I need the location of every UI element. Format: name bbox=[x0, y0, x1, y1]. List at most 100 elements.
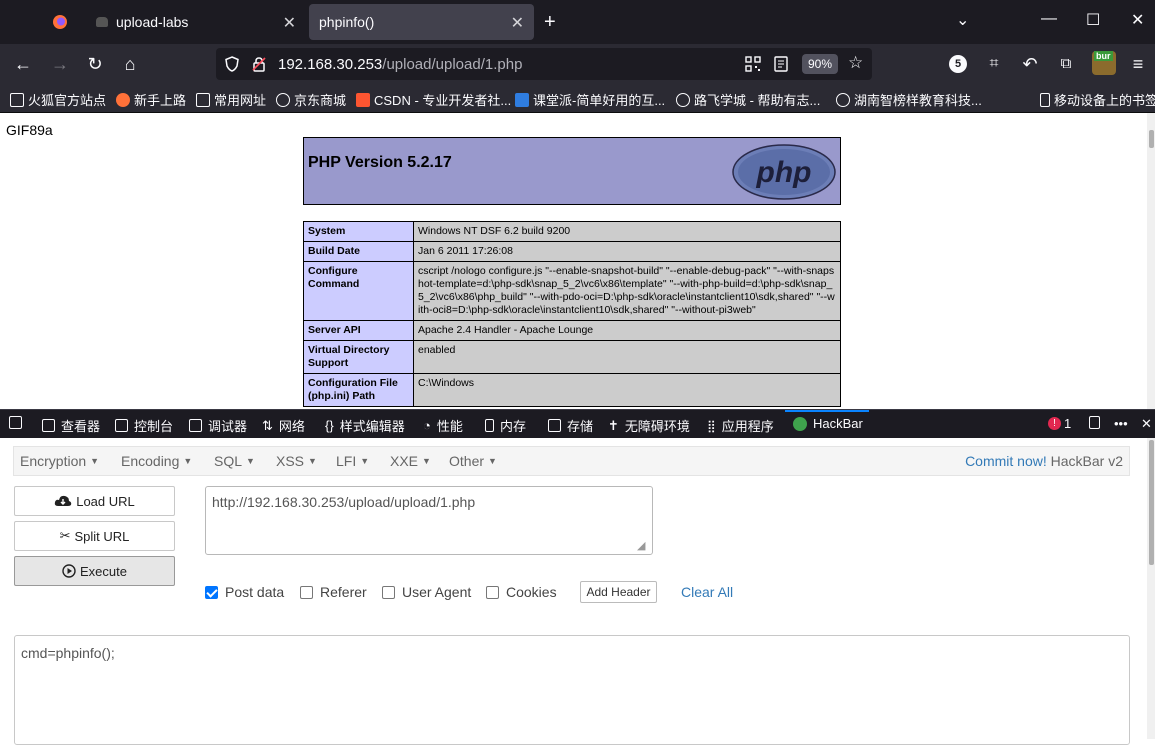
list-all-tabs-icon[interactable]: ⌄ bbox=[956, 10, 969, 30]
menu-other[interactable]: Other ▼ bbox=[449, 453, 497, 469]
referer-checkbox[interactable]: Referer bbox=[300, 584, 367, 600]
close-tab-icon[interactable]: ✕ bbox=[511, 13, 524, 33]
tab-style-editor[interactable]: {} 样式编辑器 bbox=[325, 416, 405, 435]
back-icon[interactable]: ← bbox=[12, 53, 34, 75]
post-data-textarea[interactable]: cmd=phpinfo(); bbox=[14, 635, 1130, 745]
more-options-icon[interactable]: ••• bbox=[1114, 416, 1128, 431]
url-textarea[interactable]: http://192.168.30.253/upload/upload/1.ph… bbox=[205, 486, 653, 555]
tab-console[interactable]: 控制台 bbox=[115, 416, 173, 435]
tab-label: upload-labs bbox=[116, 14, 189, 30]
zoom-indicator[interactable]: 90% bbox=[802, 54, 838, 74]
hackbar-scrollbar-thumb[interactable] bbox=[1149, 440, 1154, 565]
cookies-checkbox[interactable]: Cookies bbox=[486, 584, 557, 600]
bookmark-item[interactable]: 路飞学城 - 帮助有志... bbox=[676, 90, 820, 109]
tab-performance[interactable]: ◔ 性能 bbox=[423, 416, 463, 435]
reload-icon[interactable]: ↻ bbox=[84, 53, 106, 75]
tab-phpinfo[interactable]: phpinfo() ✕ bbox=[309, 4, 534, 40]
menu-lfi[interactable]: LFI ▼ bbox=[336, 453, 369, 469]
play-circle-icon bbox=[62, 564, 76, 578]
crop-icon[interactable]: ⌗ bbox=[983, 53, 1005, 75]
bookmark-item[interactable]: 课堂派-简单好用的互... bbox=[515, 90, 665, 109]
url-text[interactable]: 192.168.30.253/upload/upload/1.php bbox=[278, 56, 522, 73]
menu-encryption[interactable]: Encryption ▼ bbox=[20, 453, 99, 469]
php-logo: php bbox=[732, 144, 836, 200]
php-version-header: PHP Version 5.2.17 php bbox=[303, 137, 841, 205]
performance-icon: ◔ bbox=[423, 418, 431, 433]
notification-badge[interactable]: 5 bbox=[949, 55, 967, 73]
tab-hackbar[interactable]: HackBar bbox=[793, 416, 863, 431]
page-scrollbar-thumb[interactable] bbox=[1149, 130, 1154, 148]
accessibility-icon: ✝ bbox=[608, 417, 619, 433]
split-url-button[interactable]: ✂ Split URL bbox=[14, 521, 175, 551]
tab-accessibility[interactable]: ✝ 无障碍环境 bbox=[608, 416, 690, 435]
execute-button[interactable]: Execute bbox=[14, 556, 175, 586]
bookmark-item-mobile[interactable]: 移动设备上的书签 bbox=[1040, 90, 1155, 109]
row-key: Configure Command bbox=[303, 261, 414, 321]
commit-link[interactable]: Commit now! HackBar v2 bbox=[965, 453, 1123, 469]
tab-network[interactable]: ⇅ 网络 bbox=[262, 416, 305, 435]
minimize-icon[interactable]: — bbox=[1041, 10, 1057, 28]
bookmarks-toolbar: 火狐官方站点 新手上路 常用网址 京东商城 CSDN - 专业开发者社... 课… bbox=[0, 84, 1155, 113]
caret-down-icon: ▼ bbox=[90, 456, 100, 466]
element-picker-icon[interactable] bbox=[9, 416, 22, 429]
error-count[interactable]: ! 1 bbox=[1048, 416, 1071, 431]
bookmark-item[interactable]: 新手上路 bbox=[116, 90, 186, 109]
tab-memory[interactable]: 内存 bbox=[485, 416, 526, 435]
tab-upload-labs[interactable]: upload-labs ✕ bbox=[86, 0, 306, 44]
tab-label: phpinfo() bbox=[319, 14, 375, 30]
tab-strip: upload-labs ✕ phpinfo() ✕ + ⌄ — ☐ ✕ bbox=[0, 0, 1155, 44]
network-icon: ⇅ bbox=[262, 417, 273, 433]
bookmark-item[interactable]: 京东商城 bbox=[276, 90, 346, 109]
tab-application[interactable]: ⣿ 应用程序 bbox=[707, 416, 774, 435]
tab-storage[interactable]: 存储 bbox=[548, 416, 593, 435]
table-row: System Windows NT DSF 6.2 build 9200 bbox=[303, 221, 841, 242]
row-value: Jan 6 2011 17:26:08 bbox=[413, 241, 841, 262]
menu-sql[interactable]: SQL ▼ bbox=[214, 453, 255, 469]
resize-handle-icon[interactable]: ◢ bbox=[637, 539, 645, 552]
hackbar-version: HackBar v2 bbox=[1050, 453, 1123, 469]
undo-icon[interactable]: ↶ bbox=[1019, 53, 1041, 75]
table-row: Configuration File (php.ini) Path C:\Wind… bbox=[303, 373, 841, 407]
forward-icon[interactable]: → bbox=[49, 53, 71, 75]
hackbar-menu-bar: Encryption ▼ Encoding ▼ SQL ▼ XSS ▼ LFI ▼ XXE… bbox=[13, 446, 1130, 476]
close-devtools-icon[interactable]: ✕ bbox=[1141, 416, 1152, 432]
checkbox-icon bbox=[486, 585, 499, 599]
reader-view-icon[interactable] bbox=[773, 56, 789, 72]
menu-icon[interactable]: ≡ bbox=[1127, 53, 1149, 75]
bookmark-item[interactable]: 常用网址 bbox=[196, 90, 266, 109]
menu-xxe[interactable]: XXE ▼ bbox=[390, 453, 431, 469]
bookmark-star-icon[interactable]: ☆ bbox=[848, 53, 863, 73]
maximize-icon[interactable]: ☐ bbox=[1086, 10, 1100, 30]
menu-encoding[interactable]: Encoding ▼ bbox=[121, 453, 192, 469]
tab-inspector[interactable]: 查看器 bbox=[42, 416, 100, 435]
qr-code-icon[interactable] bbox=[745, 56, 761, 72]
home-icon[interactable]: ⌂ bbox=[119, 53, 141, 75]
firefox-icon bbox=[53, 15, 67, 29]
shield-icon[interactable] bbox=[224, 56, 240, 72]
menu-xss[interactable]: XSS ▼ bbox=[276, 453, 317, 469]
ketangpai-icon bbox=[515, 92, 529, 107]
insecure-lock-icon[interactable] bbox=[251, 56, 267, 72]
add-header-button[interactable]: Add Header bbox=[580, 581, 657, 603]
dock-side-icon[interactable] bbox=[1089, 416, 1100, 429]
url-bar[interactable]: 192.168.30.253/upload/upload/1.php 90% ☆ bbox=[216, 48, 872, 80]
bookmark-item[interactable]: CSDN - 专业开发者社... bbox=[356, 90, 511, 109]
close-window-icon[interactable]: ✕ bbox=[1131, 10, 1144, 30]
post-data-checkbox[interactable]: Post data bbox=[205, 584, 284, 600]
clear-all-link[interactable]: Clear All bbox=[681, 584, 733, 600]
new-tab-icon[interactable]: + bbox=[544, 11, 556, 34]
close-tab-icon[interactable]: ✕ bbox=[283, 13, 296, 33]
row-key: Virtual Directory Support bbox=[303, 340, 414, 374]
burp-extension-icon[interactable]: bur bbox=[1092, 51, 1116, 75]
application-icon: ⣿ bbox=[707, 418, 716, 433]
page-scrollbar[interactable] bbox=[1147, 113, 1155, 409]
extensions-icon[interactable]: ⧉ bbox=[1055, 53, 1077, 75]
load-url-button[interactable]: Load URL bbox=[14, 486, 175, 516]
bookmark-item[interactable]: 火狐官方站点 bbox=[10, 90, 106, 109]
bookmark-item[interactable]: 湖南智榜样教育科技... bbox=[836, 90, 982, 109]
row-value: Windows NT DSF 6.2 build 9200 bbox=[413, 221, 841, 242]
folder-icon bbox=[10, 92, 24, 107]
user-agent-checkbox[interactable]: User Agent bbox=[382, 584, 471, 600]
tab-debugger[interactable]: 调试器 bbox=[189, 416, 247, 435]
firefox-view-button[interactable] bbox=[38, 0, 82, 44]
